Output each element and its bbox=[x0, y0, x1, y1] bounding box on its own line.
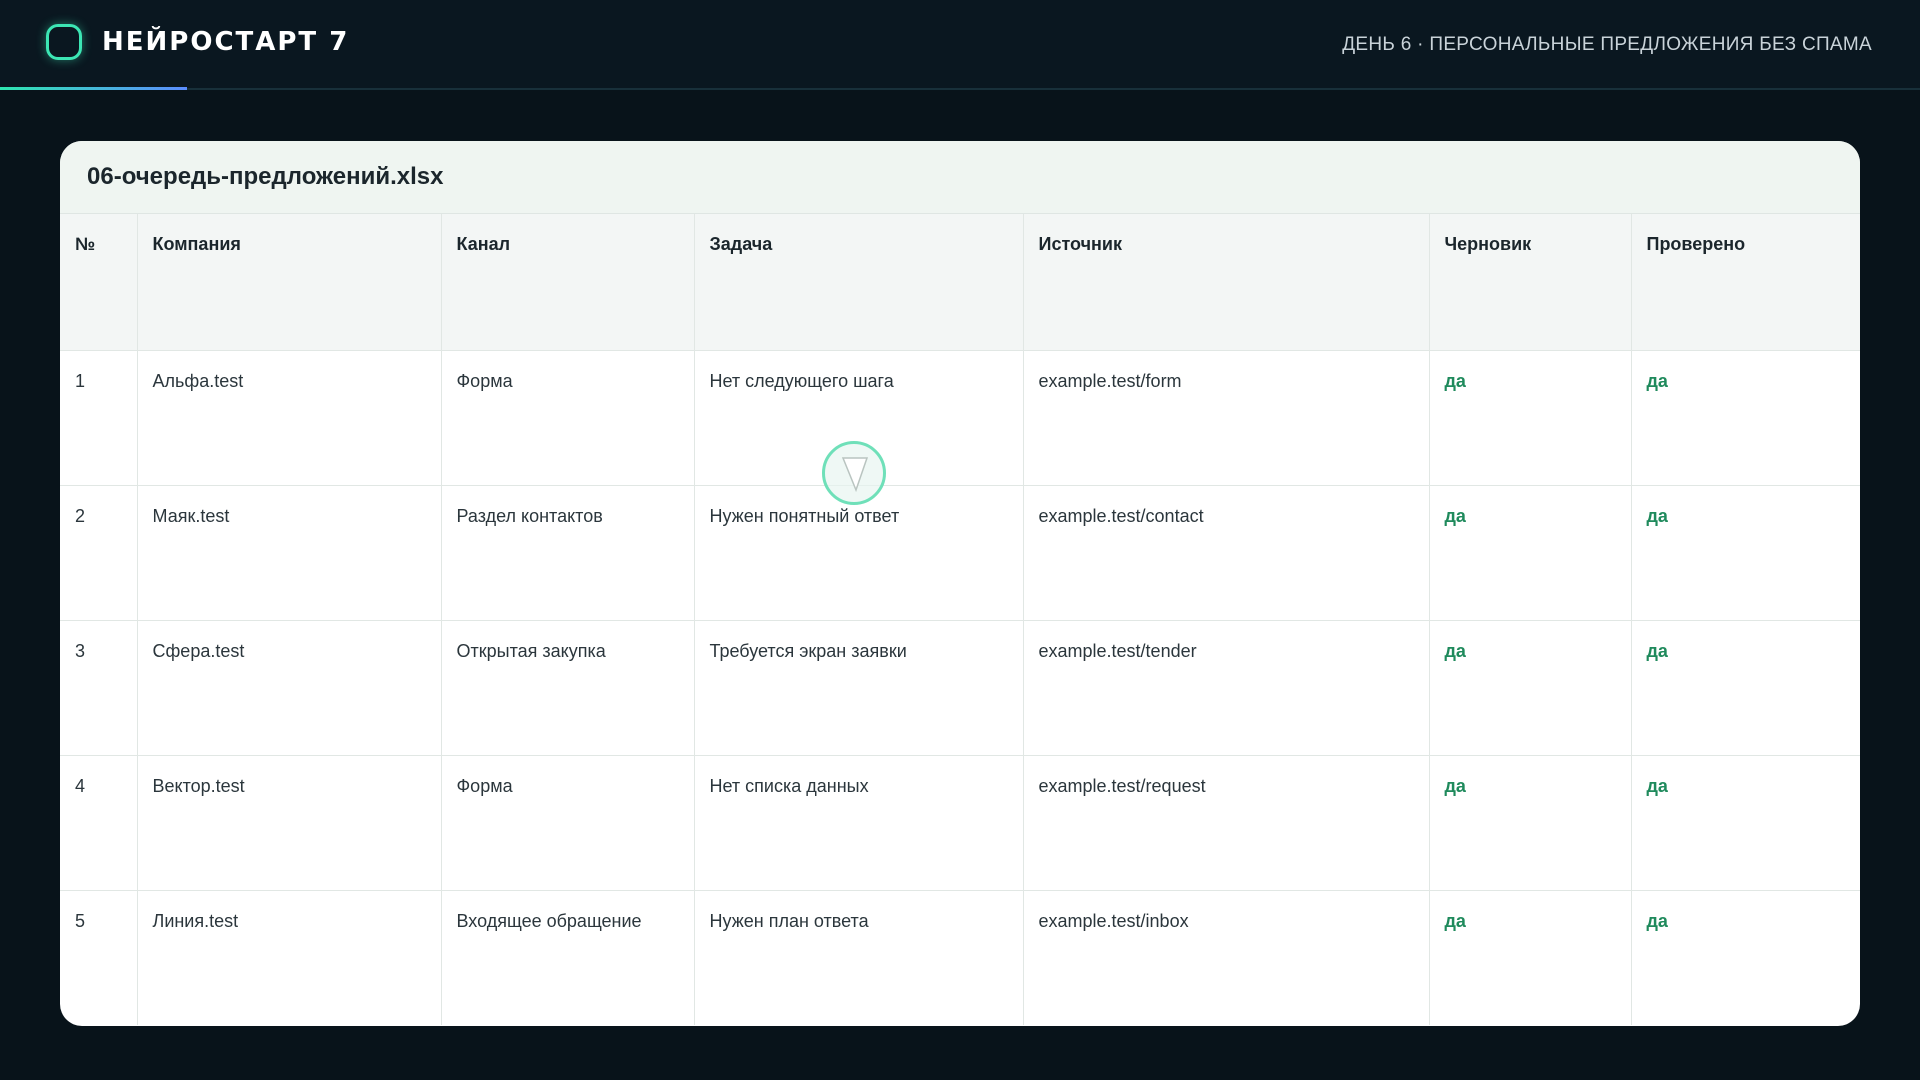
cell-checked[interactable]: да bbox=[1631, 350, 1860, 486]
column-header[interactable]: Черновик bbox=[1429, 214, 1632, 351]
top-bar: НЕЙРОСТАРТ 7 ДЕНЬ 6 · ПЕРСОНАЛЬНЫЕ ПРЕДЛ… bbox=[0, 0, 1920, 90]
table-row[interactable]: 2 Маяк.test Раздел контактов Нужен понят… bbox=[60, 485, 1860, 621]
cell-number[interactable]: 5 bbox=[60, 890, 138, 1025]
cell-draft[interactable]: да bbox=[1429, 890, 1632, 1025]
column-header[interactable]: Канал bbox=[441, 214, 695, 351]
cell-source[interactable]: example.test/contact bbox=[1023, 485, 1430, 621]
brand-name: НЕЙРОСТАРТ 7 bbox=[102, 27, 350, 57]
cell-source[interactable]: example.test/inbox bbox=[1023, 890, 1430, 1025]
cell-channel[interactable]: Открытая закупка bbox=[441, 620, 695, 756]
cell-company[interactable]: Вектор.test bbox=[137, 755, 442, 891]
progress-bar bbox=[0, 87, 187, 90]
table-header-row: № Компания Канал Задача Источник Чернови… bbox=[60, 214, 1860, 351]
cell-company[interactable]: Маяк.test bbox=[137, 485, 442, 621]
day-label: ДЕНЬ 6 · ПЕРСОНАЛЬНЫЕ ПРЕДЛОЖЕНИЯ БЕЗ СП… bbox=[1342, 34, 1872, 55]
table-row[interactable]: 4 Вектор.test Форма Нет списка данных ex… bbox=[60, 755, 1860, 891]
cell-channel[interactable]: Форма bbox=[441, 350, 695, 486]
column-header[interactable]: № bbox=[60, 214, 138, 351]
sheet-header: 06-очередь-предложений.xlsx bbox=[60, 141, 1860, 214]
cell-source[interactable]: example.test/tender bbox=[1023, 620, 1430, 756]
table-row[interactable]: 1 Альфа.test Форма Нет следующего шага e… bbox=[60, 350, 1860, 486]
spreadsheet-panel: 06-очередь-предложений.xlsx № Компания К… bbox=[60, 141, 1860, 1026]
file-name: 06-очередь-предложений.xlsx bbox=[87, 163, 444, 190]
brand: НЕЙРОСТАРТ 7 bbox=[46, 24, 349, 60]
cell-company[interactable]: Линия.test bbox=[137, 890, 442, 1025]
cell-draft[interactable]: да bbox=[1429, 485, 1632, 621]
cell-task[interactable]: Нужен план ответа bbox=[694, 890, 1024, 1025]
cell-number[interactable]: 3 bbox=[60, 620, 138, 756]
cell-number[interactable]: 2 bbox=[60, 485, 138, 621]
cell-source[interactable]: example.test/form bbox=[1023, 350, 1430, 486]
column-header[interactable]: Источник bbox=[1023, 214, 1430, 351]
cell-checked[interactable]: да bbox=[1631, 485, 1860, 621]
cell-channel[interactable]: Раздел контактов bbox=[441, 485, 695, 621]
cell-task[interactable]: Требуется экран заявки bbox=[694, 620, 1024, 756]
cell-checked[interactable]: да bbox=[1631, 620, 1860, 756]
cell-draft[interactable]: да bbox=[1429, 755, 1632, 891]
column-header[interactable]: Компания bbox=[137, 214, 442, 351]
cell-number[interactable]: 1 bbox=[60, 350, 138, 486]
cell-checked[interactable]: да bbox=[1631, 755, 1860, 891]
cell-company[interactable]: Альфа.test bbox=[137, 350, 442, 486]
cell-channel[interactable]: Входящее обращение bbox=[441, 890, 695, 1025]
cell-task[interactable]: Нет списка данных bbox=[694, 755, 1024, 891]
offers-table: № Компания Канал Задача Источник Чернови… bbox=[60, 214, 1860, 1025]
logo-icon bbox=[46, 24, 82, 60]
table-row[interactable]: 5 Линия.test Входящее обращение Нужен пл… bbox=[60, 890, 1860, 1025]
cell-company[interactable]: Сфера.test bbox=[137, 620, 442, 756]
cell-task[interactable]: Нужен понятный ответ bbox=[694, 485, 1024, 621]
cell-checked[interactable]: да bbox=[1631, 890, 1860, 1025]
cell-number[interactable]: 4 bbox=[60, 755, 138, 891]
column-header[interactable]: Проверено bbox=[1631, 214, 1860, 351]
cell-draft[interactable]: да bbox=[1429, 620, 1632, 756]
table-row[interactable]: 3 Сфера.test Открытая закупка Требуется … bbox=[60, 620, 1860, 756]
pointer-cursor-icon bbox=[822, 441, 886, 505]
column-header[interactable]: Задача bbox=[694, 214, 1024, 351]
cell-draft[interactable]: да bbox=[1429, 350, 1632, 486]
cell-source[interactable]: example.test/request bbox=[1023, 755, 1430, 891]
cell-channel[interactable]: Форма bbox=[441, 755, 695, 891]
